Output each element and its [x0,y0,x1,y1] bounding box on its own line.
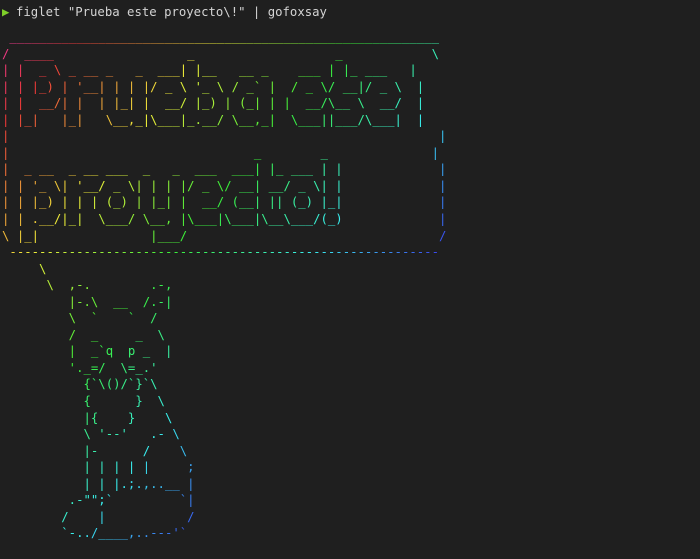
output-line: |{ } \ [83,410,173,425]
output-line: | _ _ | [2,145,439,160]
output-line: | |_| |_| \__,_|\___|_.__/ \__,_| \___||… [2,112,425,127]
output-line: | | | | | ; [83,460,195,475]
command-text: figlet "Prueba este proyecto\!" | gofoxs… [16,5,327,19]
output-line: `-../____,..---'` [61,526,188,541]
output-line: / _ _ \ [68,327,165,342]
terminal-window[interactable]: ▶ figlet "Prueba este proyecto\!" | gofox… [0,0,700,559]
output-line: | | [2,129,447,144]
output-line: | | |_) | | | (_) | |_| | __/ (__| || (_… [2,195,447,210]
output-line: \ '--' .- \ [83,427,180,442]
output-line: ----------------------------------------… [9,245,439,260]
output-line: |- / \ [83,443,188,458]
prompt-arrow-icon: ▶ [2,5,10,19]
output-line: { } \ [83,394,165,409]
output-line: | _`q p _ | [68,344,173,359]
output-line: \ ,-. .-, [46,278,173,293]
output-line: | | |_) | '__| | | |/ _ \ '_ \ / _` | / … [2,79,425,94]
output-line: | | _ \ _ __ _ _ ___| |__ __ _ ___ | |_ … [2,63,417,78]
output-line: \ |_| |___/ / [2,228,447,243]
output-line: / ____ _ _ \ [2,46,439,61]
output-line: {`\()/`}`\ [83,377,158,392]
command-prompt: ▶ figlet "Prueba este proyecto\!" | gofox… [0,4,327,20]
output-line: \ [39,261,47,276]
output-line: '._=/ \=_.' [68,360,158,375]
output-line: |-.\ __ /.-| [68,294,173,309]
output-line: | | __/| | | |_| | __/ |_) | (_| | | __/… [2,96,425,111]
output-line: / | / [61,509,195,524]
output-line: | | |.;.,..__ | [83,476,195,491]
output-line: | _ __ _ __ ___ _ _ ___ ___| |_ ___ | | … [2,162,447,177]
command-output: ________________________________________… [2,29,446,542]
output-line: | | .__/|_| \___/ \__, |\___|\___|\__\__… [2,212,447,227]
output-line: ________________________________________… [9,30,439,44]
output-line: .-"";` `| [68,493,195,508]
output-line: \ ` ` / [68,311,158,326]
output-line: | | '_ \| '__/ _ \| | | |/ _ \/ __| __/ … [2,178,447,193]
